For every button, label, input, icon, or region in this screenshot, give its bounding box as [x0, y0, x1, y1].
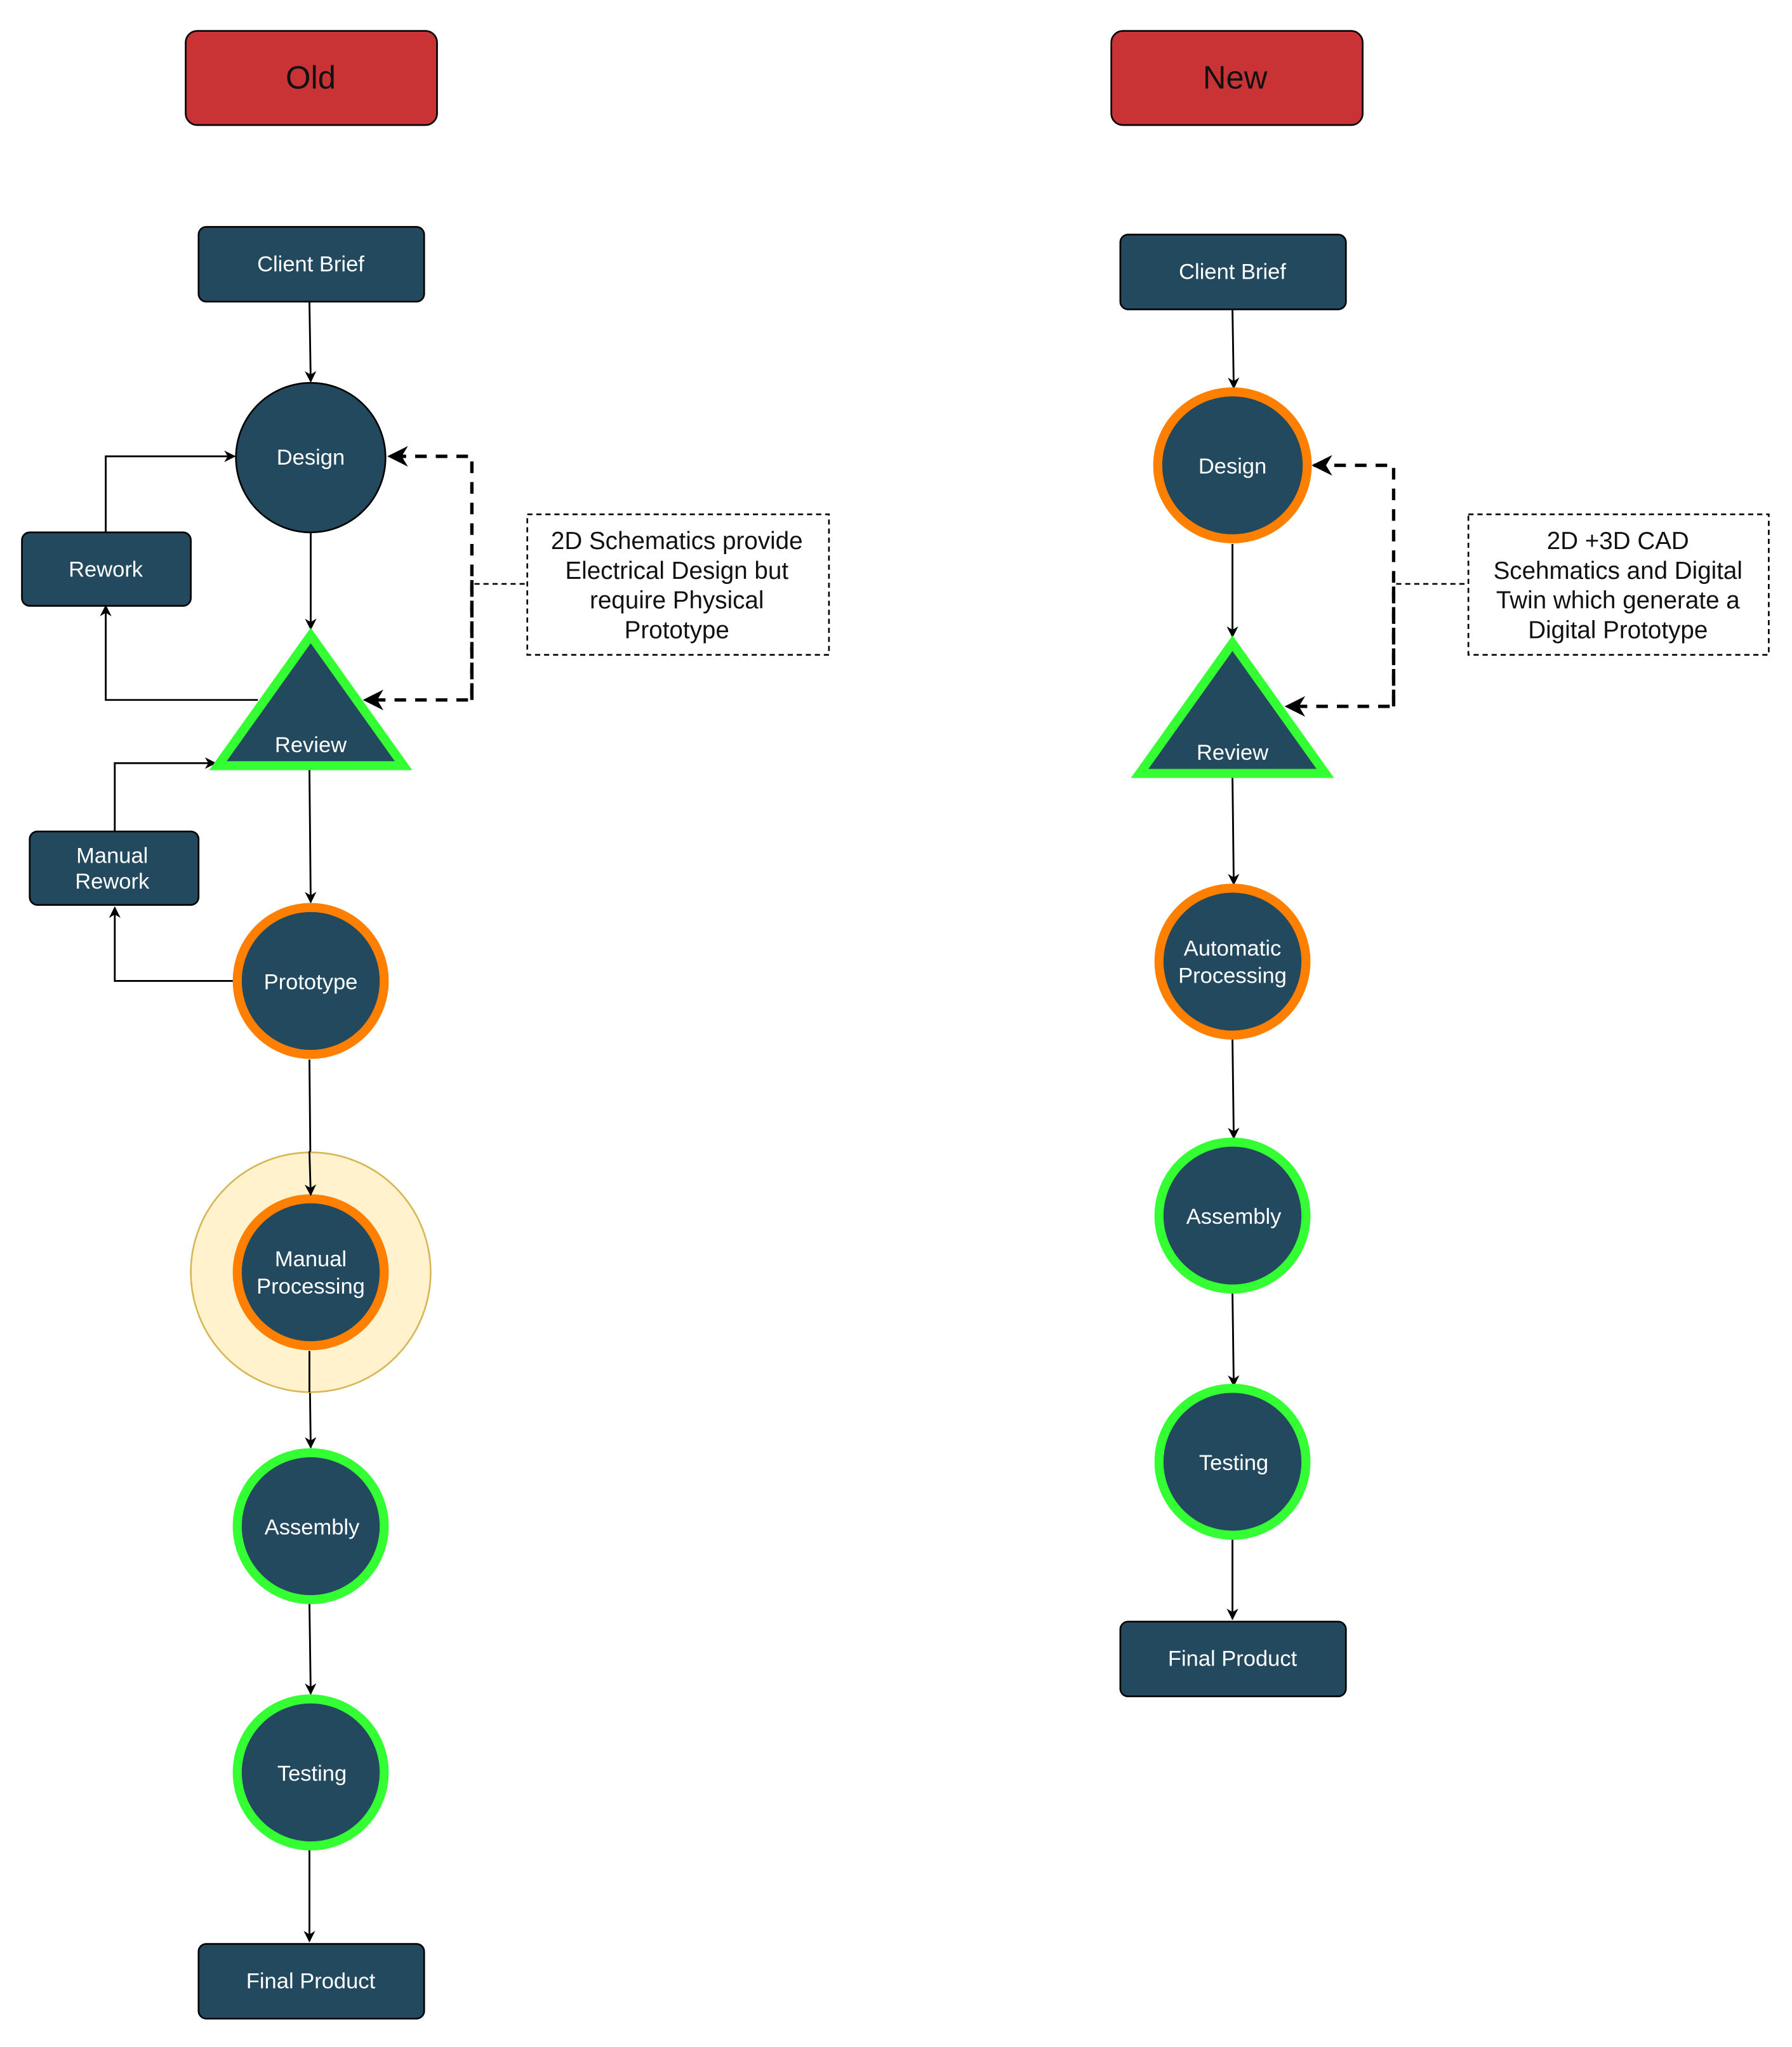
- feedback-loop-design: [387, 446, 474, 700]
- svg-text:Prototype: Prototype: [625, 616, 729, 644]
- new-header: New: [1110, 30, 1364, 126]
- svg-text:Processing: Processing: [256, 1275, 365, 1299]
- old-header: Old: [185, 30, 438, 126]
- svg-text:Review: Review: [1197, 741, 1269, 765]
- svg-text:Assembly: Assembly: [265, 1516, 360, 1540]
- svg-text:Digital Prototype: Digital Prototype: [1528, 616, 1708, 644]
- new-feedback-loop-design: [1311, 454, 1396, 706]
- old-node-assembly[interactable]: Assembly: [232, 1448, 389, 1605]
- svg-text:Twin which generate a: Twin which generate a: [1496, 587, 1740, 614]
- edge-new-assembly-to-testing: [1228, 1292, 1240, 1387]
- svg-text:Final Product: Final Product: [246, 1969, 376, 1993]
- svg-text:Design: Design: [277, 446, 345, 470]
- old-node-final-product[interactable]: Final Product: [197, 1943, 425, 2020]
- svg-text:2D Schematics provide: 2D Schematics provide: [551, 527, 803, 555]
- edge-assembly-to-testing: [305, 1603, 317, 1695]
- svg-text:Rework: Rework: [75, 870, 150, 894]
- edge-manual-rework-to-review: [114, 757, 217, 831]
- edge-client-brief-to-design: [305, 301, 317, 383]
- edge-review-to-rework: [100, 604, 258, 701]
- svg-text:Processing: Processing: [1178, 964, 1287, 988]
- svg-text:Design: Design: [1198, 454, 1266, 479]
- new-node-automatic-processing[interactable]: Automatic Processing: [1154, 884, 1311, 1040]
- edge-new-review-to-automatic-processing: [1228, 776, 1240, 885]
- svg-text:Prototype: Prototype: [264, 971, 358, 995]
- svg-text:Client Brief: Client Brief: [1179, 260, 1286, 284]
- edge-review-to-prototype: [305, 769, 317, 904]
- new-node-final-product[interactable]: Final Product: [1119, 1620, 1347, 1697]
- svg-text:Assembly: Assembly: [1186, 1205, 1282, 1229]
- edge-new-client-brief-to-design: [1228, 309, 1240, 390]
- svg-text:Rework: Rework: [69, 558, 143, 582]
- svg-text:Manual: Manual: [275, 1247, 347, 1271]
- new-node-assembly[interactable]: Assembly: [1154, 1137, 1311, 1294]
- svg-text:require Physical: require Physical: [590, 587, 764, 614]
- new-node-testing[interactable]: Testing: [1154, 1384, 1311, 1540]
- old-node-prototype[interactable]: Prototype: [232, 903, 389, 1059]
- edge-new-automatic-processing-to-assembly: [1228, 1038, 1240, 1140]
- new-node-client-brief[interactable]: Client Brief: [1119, 234, 1347, 310]
- edge-rework-to-design: [105, 450, 236, 533]
- svg-text:2D +3D CAD: 2D +3D CAD: [1547, 527, 1689, 555]
- svg-text:Scehmatics and Digital: Scehmatics and Digital: [1494, 557, 1742, 585]
- svg-text:Manual: Manual: [76, 844, 148, 868]
- new-annotation-note: 2D +3D CAD Scehmatics and Digital Twin w…: [1467, 513, 1770, 656]
- new-node-design[interactable]: Design: [1153, 387, 1312, 544]
- diagram-canvas: Old Client Brief Design Rework Review Ma…: [21, 30, 1770, 2020]
- svg-text:Testing: Testing: [277, 1761, 347, 1785]
- feedback-loop-review: [362, 580, 474, 711]
- edge-prototype-to-manual-rework: [109, 906, 234, 982]
- old-header-label: Old: [286, 59, 336, 95]
- new-node-review[interactable]: Review: [1131, 635, 1334, 778]
- svg-text:Electrical Design but: Electrical Design but: [565, 557, 788, 585]
- old-node-manual-rework[interactable]: Manual Rework: [29, 830, 200, 906]
- old-node-client-brief[interactable]: Client Brief: [197, 226, 425, 303]
- edge-prototype-to-manual-processing-overlay: [304, 1151, 317, 1196]
- old-node-testing[interactable]: Testing: [232, 1694, 389, 1851]
- new-feedback-loop-review: [1284, 586, 1396, 717]
- svg-text:Review: Review: [275, 733, 347, 757]
- old-node-rework[interactable]: Rework: [21, 531, 192, 607]
- svg-text:Testing: Testing: [1199, 1451, 1268, 1475]
- new-header-label: New: [1203, 59, 1268, 95]
- svg-text:Automatic: Automatic: [1184, 937, 1281, 961]
- old-annotation-note: 2D Schematics provide Electrical Design …: [526, 513, 830, 656]
- svg-text:Final Product: Final Product: [1168, 1647, 1298, 1671]
- svg-text:Client Brief: Client Brief: [257, 252, 364, 276]
- old-node-design[interactable]: Design: [235, 381, 387, 534]
